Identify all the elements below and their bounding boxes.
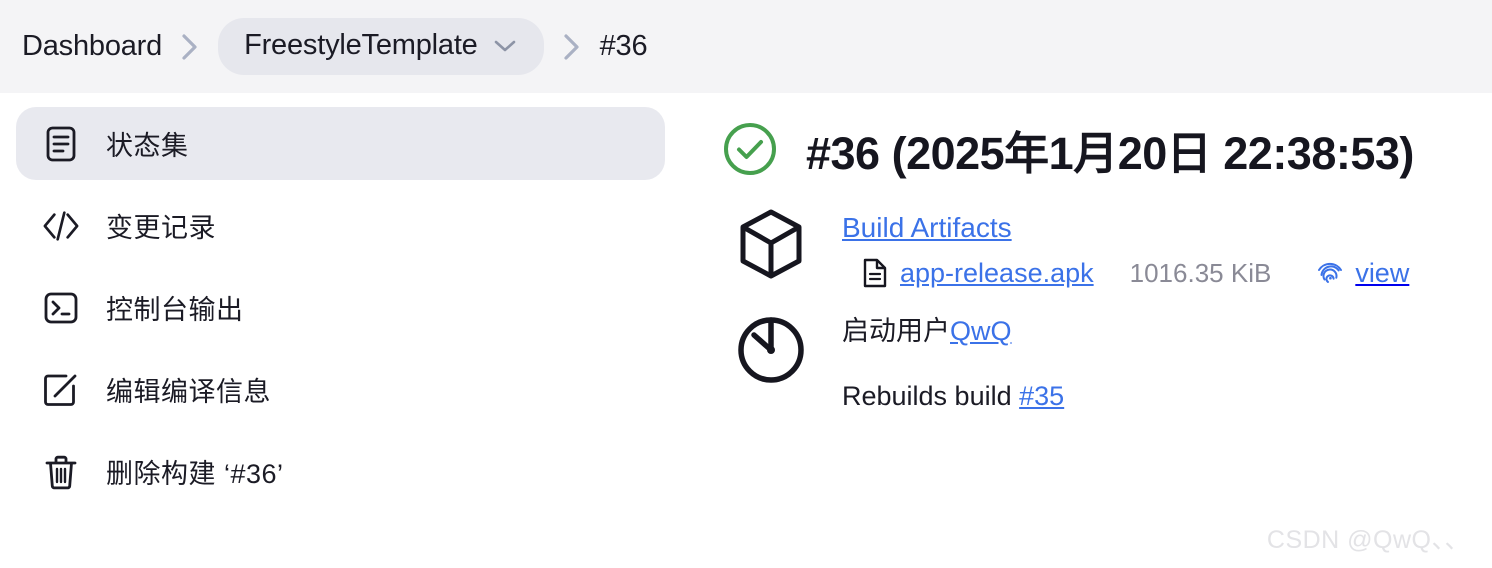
trigger-body: 启动用户QwQ Rebuilds build #35 (842, 311, 1064, 412)
artifacts-body: Build Artifacts app-release.apk 1016.35 … (842, 205, 1409, 289)
breadcrumb-project-label: FreestyleTemplate (244, 29, 478, 61)
sidebar-item-label: 删除构建 ‘#36’ (106, 459, 284, 489)
sidebar-item-change-log[interactable]: 变更记录 (16, 189, 665, 262)
started-by-label: 启动用户 (842, 315, 950, 346)
chevron-down-icon[interactable] (492, 37, 518, 55)
file-document-icon (862, 258, 888, 288)
build-detail-panel: #36 (2025年1月20日 22:38:53) Build Artifact… (700, 93, 1492, 568)
rebuilds-label: Rebuilds build (842, 381, 1012, 412)
edit-square-pencil-icon (42, 371, 80, 409)
artifact-row: app-release.apk 1016.35 KiB view (842, 258, 1409, 289)
breadcrumb-item-project[interactable]: FreestyleTemplate (218, 18, 544, 75)
artifact-file-size: 1016.35 KiB (1129, 257, 1272, 288)
rebuilds-build-link[interactable]: #35 (1019, 381, 1064, 411)
started-by-row: 启动用户QwQ (842, 315, 1064, 347)
sidebar-item-label: 变更记录 (106, 213, 216, 243)
breadcrumb-item-dashboard[interactable]: Dashboard (22, 30, 162, 63)
sidebar-item-status-set[interactable]: 状态集 (16, 107, 665, 180)
artifact-view-link[interactable]: view (1315, 258, 1409, 289)
started-by-user-link[interactable]: QwQ (950, 316, 1012, 346)
sidebar-item-edit-build-info[interactable]: 编辑编译信息 (16, 353, 665, 426)
artifact-view-label: view (1355, 257, 1410, 288)
rebuilds-row: Rebuilds build #35 (842, 381, 1064, 412)
watermark: CSDN @QwQ、、 (1266, 526, 1470, 554)
page-content: 状态集 变更记录 控制台输出 编辑编译信息 删除构建 ‘#36’ #36 (20… (0, 93, 1492, 568)
artifact-file-link[interactable]: app-release.apk (900, 258, 1094, 289)
page-title: #36 (2025年1月20日 22:38:53) (806, 127, 1414, 179)
clock-timer-icon (732, 311, 810, 389)
build-trigger-section: 启动用户QwQ Rebuilds build #35 (700, 311, 1492, 412)
sidebar-item-console-output[interactable]: 控制台输出 (16, 271, 665, 344)
cube-box-icon (732, 205, 810, 283)
code-brackets-icon (42, 207, 80, 245)
build-artifacts-link[interactable]: Build Artifacts (842, 209, 1012, 247)
sidebar: 状态集 变更记录 控制台输出 编辑编译信息 删除构建 ‘#36’ (0, 93, 700, 568)
document-lines-icon (42, 125, 80, 163)
sidebar-item-delete-build[interactable]: 删除构建 ‘#36’ (16, 435, 665, 508)
sidebar-item-label: 编辑编译信息 (106, 377, 271, 407)
build-header: #36 (2025年1月20日 22:38:53) (700, 101, 1492, 197)
terminal-icon (42, 289, 80, 327)
chevron-right-icon (180, 31, 200, 63)
breadcrumb-item-build[interactable]: #36 (600, 30, 648, 63)
chevron-right-icon-2 (562, 31, 582, 63)
sidebar-item-label: 状态集 (106, 131, 189, 161)
build-artifacts-section: Build Artifacts app-release.apk 1016.35 … (700, 205, 1492, 289)
breadcrumb: Dashboard FreestyleTemplate #36 (0, 0, 1492, 93)
fingerprint-icon (1315, 258, 1345, 288)
trash-icon (42, 453, 80, 491)
sidebar-item-label: 控制台输出 (106, 295, 244, 325)
check-circle-icon (720, 119, 780, 179)
